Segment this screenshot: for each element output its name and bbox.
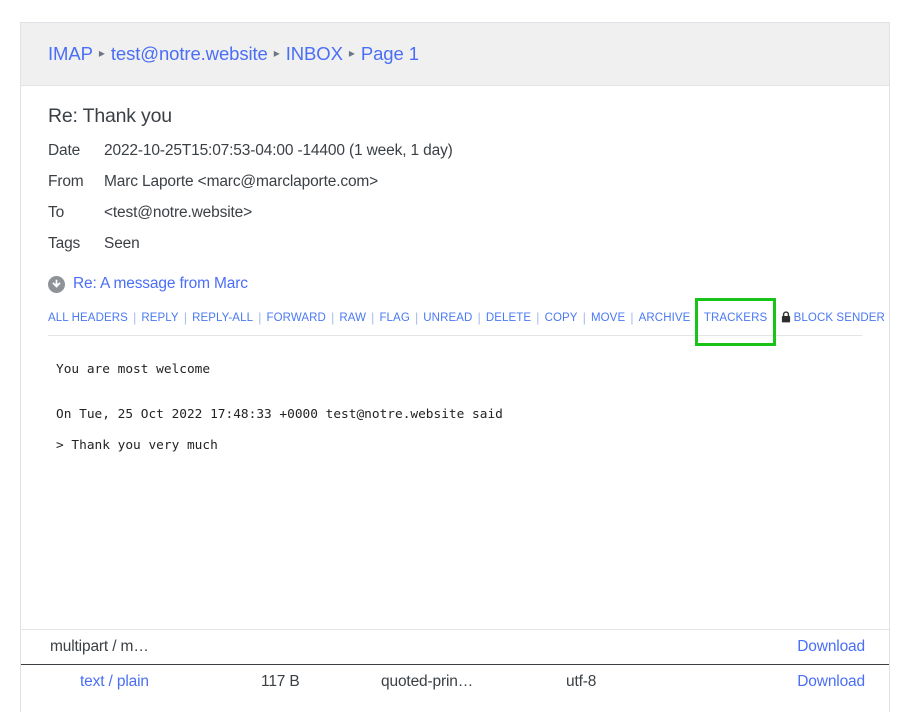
message-subject: Re: Thank you: [48, 105, 172, 127]
message-header-pane: Re: Thank you Date 2022-10-25T15:07:53-0…: [21, 105, 889, 346]
metadata-row-date: Date 2022-10-25T15:07:53-04:00 -14400 (1…: [48, 142, 453, 173]
action-delete[interactable]: DELETE: [486, 312, 531, 324]
action-reply-all[interactable]: REPLY-ALL: [192, 312, 253, 324]
breadcrumb-item-page[interactable]: Page 1: [361, 43, 419, 65]
toolbar-separator: |: [477, 310, 481, 325]
part-size: [261, 629, 381, 665]
metadata-value-date: 2022-10-25T15:07:53-04:00 -14400 (1 week…: [104, 142, 453, 159]
action-copy[interactable]: COPY: [545, 312, 578, 324]
message-actions-toolbar: ALL HEADERS | REPLY | REPLY-ALL | FORWAR…: [48, 298, 885, 346]
metadata-label-from: From: [48, 173, 84, 190]
part-type-link[interactable]: text / plain: [80, 673, 149, 690]
toolbar-separator: |: [695, 310, 699, 325]
toolbar-separator: |: [330, 310, 335, 325]
part-charset: utf-8: [566, 664, 706, 699]
metadata-value-from: Marc Laporte <marc@marclaporte.com>: [104, 173, 379, 190]
part-download-cell: Download: [706, 664, 889, 699]
metadata-label-to: To: [48, 204, 65, 221]
part-charset: [566, 629, 706, 665]
attachment-link-row[interactable]: Re: A message from Marc: [48, 275, 862, 293]
action-all-headers[interactable]: ALL HEADERS: [48, 312, 128, 324]
toolbar-separator: |: [536, 310, 540, 325]
breadcrumb-separator-icon: ▸: [273, 46, 280, 60]
toolbar-separator: |: [183, 310, 188, 325]
toolbar-separator: |: [414, 310, 419, 325]
action-forward[interactable]: FORWARD: [266, 312, 325, 324]
action-raw[interactable]: RAW: [339, 312, 366, 324]
action-trackers[interactable]: TRACKERS: [704, 312, 767, 324]
body-paragraph: You are most welcome: [56, 362, 211, 377]
download-circle-icon: [48, 275, 65, 293]
action-archive[interactable]: ARCHIVE: [639, 312, 691, 324]
metadata-row-to: To <test@notre.website>: [48, 204, 453, 235]
action-block-sender[interactable]: BLOCK SENDER: [794, 312, 885, 324]
metadata-label-tags: Tags: [48, 235, 81, 252]
lock-icon: [781, 311, 791, 326]
part-type: multipart / m…: [21, 629, 261, 665]
toolbar-separator: |: [132, 310, 137, 325]
part-size: 117 B: [261, 664, 381, 699]
message-metadata-table: Date 2022-10-25T15:07:53-04:00 -14400 (1…: [48, 142, 453, 266]
action-move[interactable]: MOVE: [591, 312, 625, 324]
metadata-row-tags: Tags Seen: [48, 235, 453, 266]
body-paragraph: On Tue, 25 Oct 2022 17:48:33 +0000 test@…: [56, 406, 503, 422]
part-encoding: [381, 629, 566, 665]
imap-message-viewer: IMAP ▸ test@notre.website ▸ INBOX ▸ Page…: [20, 22, 890, 712]
breadcrumb-item-imap[interactable]: IMAP: [48, 43, 93, 65]
metadata-row-from: From Marc Laporte <marc@marclaporte.com>: [48, 173, 453, 204]
breadcrumb-separator-icon: ▸: [98, 46, 105, 60]
body-paragraph: > Thank you very much: [56, 437, 218, 453]
toolbar-separator: |: [630, 310, 634, 325]
breadcrumb-separator-icon: ▸: [348, 46, 355, 60]
metadata-label-date: Date: [48, 142, 81, 159]
breadcrumb-item-account[interactable]: test@notre.website: [111, 43, 268, 65]
part-type: text / plain: [21, 664, 261, 699]
breadcrumb-item-inbox[interactable]: INBOX: [286, 43, 343, 65]
metadata-value-to: <test@notre.website>: [104, 204, 253, 221]
toolbar-separator: |: [772, 310, 776, 325]
toolbar-separator: |: [371, 310, 375, 325]
part-encoding: quoted-prin…: [381, 664, 566, 699]
toolbar-separator: |: [258, 310, 262, 325]
download-link[interactable]: Download: [797, 673, 865, 690]
download-link[interactable]: Download: [797, 638, 865, 655]
part-download-cell: Download: [706, 629, 889, 665]
action-unread[interactable]: UNREAD: [423, 312, 472, 324]
mime-parts-table: multipart / m… Download text / plain 117…: [21, 629, 889, 699]
toolbar-separator: |: [582, 310, 586, 325]
table-row: multipart / m… Download: [21, 629, 889, 665]
breadcrumb: IMAP ▸ test@notre.website ▸ INBOX ▸ Page…: [21, 23, 889, 86]
table-row: text / plain 117 B quoted-prin… utf-8 Do…: [21, 664, 889, 699]
metadata-value-tags: Seen: [104, 235, 140, 252]
attachment-label[interactable]: Re: A message from Marc: [73, 275, 248, 293]
message-body: You are most welcome On Tue, 25 Oct 2022…: [21, 336, 889, 629]
action-flag[interactable]: FLAG: [379, 312, 409, 324]
action-reply[interactable]: REPLY: [141, 312, 178, 324]
